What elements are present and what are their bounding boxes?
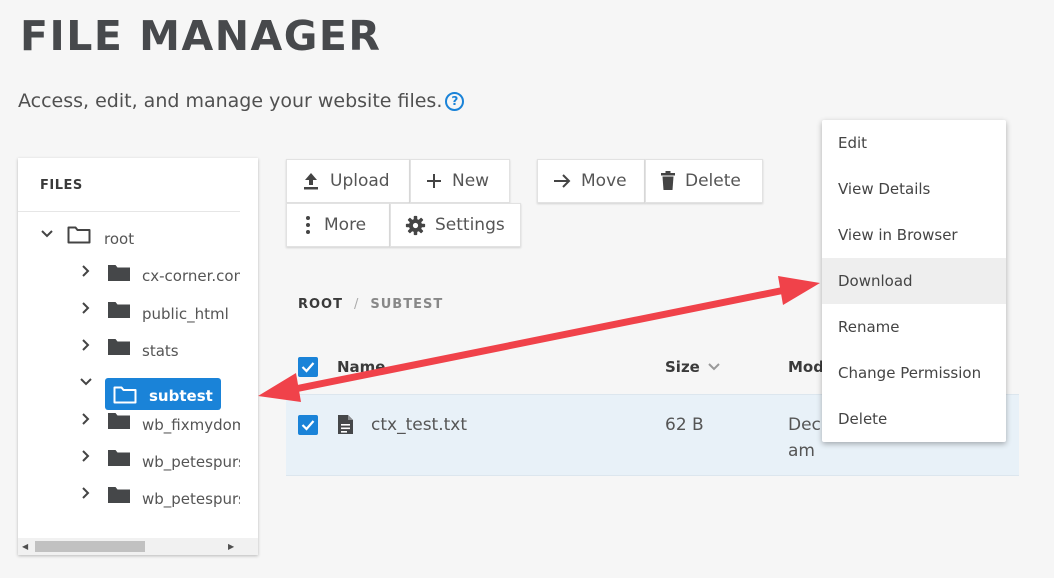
more-vertical-icon (306, 216, 310, 234)
tree-item-label: wb_fixmydomain (142, 416, 240, 434)
file-modified-ampm: am (788, 441, 815, 461)
page-subtitle: Access, edit, and manage your website fi… (18, 90, 465, 112)
menu-item-delete[interactable]: Delete (822, 396, 1006, 442)
upload-icon (304, 173, 318, 190)
plus-icon (427, 174, 441, 188)
tree-item-label: wb_petespursuits (142, 453, 240, 471)
folder-icon (108, 450, 130, 466)
arrow-right-icon (554, 174, 571, 188)
tree-header: FILES (18, 158, 240, 212)
tree-item-label: root (104, 230, 135, 248)
upload-button[interactable]: Upload (286, 159, 410, 203)
folder-icon (108, 339, 130, 355)
annotation-arrowhead-right (778, 276, 820, 305)
context-menu: Edit View Details View in Browser Downlo… (822, 120, 1006, 442)
folder-icon (108, 413, 130, 429)
chevron-right-icon[interactable] (78, 337, 94, 353)
trash-icon (661, 171, 675, 190)
menu-item-rename[interactable]: Rename (822, 304, 1006, 350)
chevron-right-icon[interactable] (78, 485, 94, 501)
folder-outline-icon (113, 386, 137, 404)
folder-outline-icon (67, 226, 91, 244)
new-label: New (452, 171, 490, 191)
breadcrumb: ROOT / SUBTEST (298, 297, 443, 312)
more-label: More (324, 215, 367, 235)
row-checkbox[interactable] (298, 415, 318, 435)
breadcrumb-current: SUBTEST (370, 297, 444, 312)
settings-label: Settings (435, 215, 505, 235)
scroll-left-icon[interactable]: ◀ (22, 542, 28, 551)
chevron-right-icon[interactable] (78, 411, 94, 427)
horizontal-scroll-thumb[interactable] (35, 541, 145, 552)
folder-icon (108, 487, 130, 503)
text-file-icon (338, 415, 353, 434)
gear-icon (405, 215, 426, 235)
menu-item-view-details[interactable]: View Details (822, 166, 1006, 212)
subtitle-text: Access, edit, and manage your website fi… (18, 90, 443, 112)
menu-item-view-in-browser[interactable]: View in Browser (822, 212, 1006, 258)
tree-body: root cx-corner.com public_html stats sub… (18, 213, 240, 538)
tree-item-label: public_html (142, 305, 229, 323)
file-modified: Dec (788, 415, 821, 435)
breadcrumb-root[interactable]: ROOT (298, 297, 343, 312)
check-icon (301, 362, 315, 373)
tree-item-label: subtest (149, 387, 213, 405)
column-header-size[interactable]: Size (665, 358, 700, 376)
sort-chevron-down-icon[interactable] (707, 361, 721, 373)
file-name[interactable]: ctx_test.txt (371, 415, 467, 435)
scroll-right-icon[interactable]: ▶ (228, 542, 234, 551)
upload-label: Upload (330, 171, 390, 191)
tree-item-label: cx-corner.com (142, 267, 240, 285)
menu-item-change-permission[interactable]: Change Permission (822, 350, 1006, 396)
file-tree-panel: FILES root cx-corner.com public_html sta… (18, 158, 258, 555)
folder-icon (108, 265, 130, 281)
check-icon (301, 420, 315, 431)
delete-label: Delete (685, 171, 741, 191)
help-icon[interactable]: ? (445, 91, 465, 111)
tree-item-label: stats (142, 342, 179, 360)
select-all-checkbox[interactable] (298, 357, 318, 377)
settings-button[interactable]: Settings (390, 203, 521, 247)
chevron-down-icon[interactable] (39, 226, 55, 242)
chevron-right-icon[interactable] (78, 263, 94, 279)
move-button[interactable]: Move (537, 159, 645, 203)
column-header-modified[interactable]: Mod (788, 358, 824, 376)
delete-button[interactable]: Delete (645, 159, 763, 203)
chevron-right-icon[interactable] (78, 300, 94, 316)
page-title: FILE MANAGER (20, 12, 382, 60)
tree-item-label: wb_petespursuits (142, 490, 240, 508)
new-button[interactable]: New (410, 159, 510, 203)
chevron-right-icon[interactable] (78, 448, 94, 464)
menu-item-download[interactable]: Download (822, 258, 1006, 304)
folder-icon (108, 302, 130, 318)
more-button[interactable]: More (286, 203, 390, 247)
chevron-down-icon[interactable] (78, 374, 94, 390)
tree-horizontal-scrollbar[interactable]: ◀ ▶ (18, 538, 258, 555)
move-label: Move (581, 171, 627, 191)
breadcrumb-separator: / (353, 297, 360, 312)
menu-item-edit[interactable]: Edit (822, 120, 1006, 166)
column-header-name[interactable]: Name (337, 358, 385, 376)
file-size: 62 B (665, 415, 704, 435)
